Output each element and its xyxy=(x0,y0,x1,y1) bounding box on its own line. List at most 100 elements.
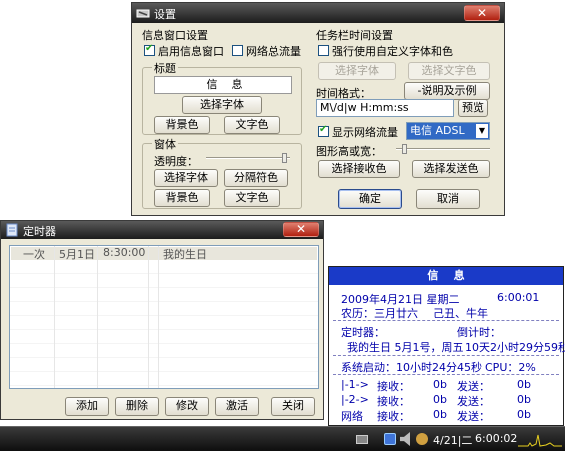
timer-close-icon[interactable]: ✕ xyxy=(283,222,319,237)
force-custom-checkbox[interactable] xyxy=(318,45,329,56)
show-net-checkbox[interactable] xyxy=(318,124,329,137)
net-row-3-send: 0b xyxy=(517,408,531,421)
title-bg-color-button[interactable]: 背景色 xyxy=(154,116,210,134)
keyboard-icon[interactable] xyxy=(356,435,368,444)
taskbar: 4/21|二 6:00:02 xyxy=(0,426,565,451)
opacity-slider[interactable] xyxy=(206,153,290,163)
net-row-1-send-label: 发送： xyxy=(457,380,490,393)
net-row-3: 网络 接收： 0b 发送： 0b xyxy=(329,408,563,423)
info-ganzhi: 己丑、牛年 xyxy=(433,307,488,320)
settings-title: 设置 xyxy=(154,8,176,21)
col-sep-2 xyxy=(97,246,98,388)
timer-add-button[interactable]: 添加 xyxy=(65,397,109,416)
net-row-3-name: 网络 xyxy=(341,410,363,423)
timer-row-type: 一次 xyxy=(23,248,45,261)
cancel-button[interactable]: 取消 xyxy=(416,189,480,209)
timer-row-name: 我的生日 xyxy=(163,248,207,261)
net-row-2: |-2-> 接收： 0b 发送： 0b xyxy=(329,393,563,408)
preview-button[interactable]: 预览 xyxy=(458,99,488,117)
info-panel: 信 息 2009年4月21日 星期二 6:00:01 农历：三月廿六 己丑、牛年… xyxy=(328,266,565,426)
net-row-1-recv-label: 接收： xyxy=(377,380,410,393)
info-divider-3 xyxy=(333,374,559,375)
title-section-label: 标题 xyxy=(152,60,178,76)
info-uptime: 系统启动：10小时24分45秒 xyxy=(341,361,482,374)
info-group-label: 信息窗口设置 xyxy=(142,29,208,42)
info-title: 信 息 xyxy=(427,269,465,282)
title-preview-box: 信 息 xyxy=(154,76,292,94)
info-divider-1 xyxy=(333,320,559,321)
net-traffic-graph-icon xyxy=(518,434,562,447)
taskbar-group-label: 任务栏时间设置 xyxy=(316,29,393,42)
net-row-2-send: 0b xyxy=(517,393,531,406)
column-dividers xyxy=(10,260,318,388)
body-text-color-button[interactable]: 文字色 xyxy=(224,189,280,207)
opacity-label: 透明度： xyxy=(154,155,198,168)
net-row-2-send-label: 发送： xyxy=(457,395,490,408)
enable-info-label: 启用信息窗口 xyxy=(158,45,224,58)
net-row-3-recv-label: 接收： xyxy=(377,410,410,423)
separator-color-button[interactable]: 分隔符色 xyxy=(224,169,288,187)
net-row-3-recv: 0b xyxy=(433,408,447,421)
table-row[interactable]: 一次 5月1日 8:30:00 我的生日 xyxy=(11,246,317,261)
settings-window: 设置 ✕ 信息窗口设置 启用信息窗口 网络总流量 标题 信 息 选择字体 背景色… xyxy=(131,2,505,216)
net-row-3-send-label: 发送： xyxy=(457,410,490,423)
info-divider-2 xyxy=(333,355,559,356)
taskbar-time[interactable]: 6:00:02 xyxy=(475,432,517,445)
sound-icon[interactable] xyxy=(400,432,410,446)
body-select-font-button[interactable]: 选择字体 xyxy=(154,169,218,187)
timer-list[interactable]: 一次 5月1日 8:30:00 我的生日 xyxy=(9,245,319,389)
timer-app-icon xyxy=(6,223,18,237)
show-net-label: 显示网络流量 xyxy=(332,126,398,139)
net-total-checkbox[interactable] xyxy=(232,45,243,56)
graph-size-label: 图形高或宽： xyxy=(316,145,382,158)
force-custom-label: 强行使用自定义字体和色 xyxy=(332,45,453,58)
enable-info-checkbox[interactable] xyxy=(144,43,155,56)
graph-size-slider[interactable] xyxy=(396,144,490,154)
timer-title: 定时器 xyxy=(23,225,56,238)
col-sep-3 xyxy=(148,246,149,388)
taskbar-date[interactable]: 4/21|二 xyxy=(433,432,472,448)
network-icon[interactable] xyxy=(384,433,396,445)
info-time: 6:00:01 xyxy=(497,291,540,304)
graph-size-slider-track xyxy=(396,148,490,150)
time-format-field[interactable]: M\/d|w H:mm:ss xyxy=(316,99,454,117)
net-adapter-value: 电信 ADSL xyxy=(410,124,465,137)
timer-window: 定时器 ✕ 一次 5月1日 8:30:00 我的生日 添加 删除 修改 激活 关… xyxy=(0,220,324,420)
title-select-font-button[interactable]: 选择字体 xyxy=(182,96,262,114)
info-countdown-label: 倒计时： xyxy=(457,326,501,339)
timer-edit-button[interactable]: 修改 xyxy=(165,397,209,416)
chevron-down-icon[interactable]: ▼ xyxy=(476,124,488,138)
info-lunar: 农历：三月廿六 xyxy=(341,307,418,320)
net-row-1-recv: 0b xyxy=(433,378,447,391)
body-section-label: 窗体 xyxy=(152,136,178,152)
select-send-color-button[interactable]: 选择发送色 xyxy=(412,160,490,178)
net-row-2-name: |-2-> xyxy=(341,393,369,406)
title-text-color-button[interactable]: 文字色 xyxy=(224,116,280,134)
tray-app-icon[interactable] xyxy=(416,433,428,445)
settings-close-icon[interactable]: ✕ xyxy=(464,5,500,21)
select-recv-color-button[interactable]: 选择接收色 xyxy=(318,160,400,178)
net-row-2-recv: 0b xyxy=(433,393,447,406)
info-timer-label: 定时器： xyxy=(341,326,385,339)
opacity-slider-thumb[interactable] xyxy=(282,153,287,163)
timer-delete-button[interactable]: 删除 xyxy=(115,397,159,416)
settings-titlebar[interactable]: 设置 ✕ xyxy=(132,3,504,23)
info-countdown-value: 10天2小时29分59秒 xyxy=(465,341,565,354)
net-total-label: 网络总流量 xyxy=(246,45,301,58)
timer-titlebar[interactable]: 定时器 ✕ xyxy=(1,221,323,239)
opacity-slider-track xyxy=(206,157,290,159)
ok-button[interactable]: 确定 xyxy=(338,189,402,209)
explain-examples-button[interactable]: -说明及示例 xyxy=(404,82,490,100)
body-bg-color-button[interactable]: 背景色 xyxy=(154,189,210,207)
settings-app-icon xyxy=(136,9,150,18)
net-row-1-send: 0b xyxy=(517,378,531,391)
taskbar-select-color-button[interactable]: 选择文字色 xyxy=(408,62,490,80)
timer-row-time: 8:30:00 xyxy=(103,246,146,259)
timer-close-button[interactable]: 关闭 xyxy=(271,397,315,416)
timer-row-date: 5月1日 xyxy=(59,248,95,261)
timer-activate-button[interactable]: 激活 xyxy=(215,397,259,416)
taskbar-select-font-button[interactable]: 选择字体 xyxy=(318,62,396,80)
graph-size-slider-thumb[interactable] xyxy=(402,144,407,154)
info-header: 信 息 xyxy=(329,267,563,285)
net-row-1-name: |-1-> xyxy=(341,378,369,391)
